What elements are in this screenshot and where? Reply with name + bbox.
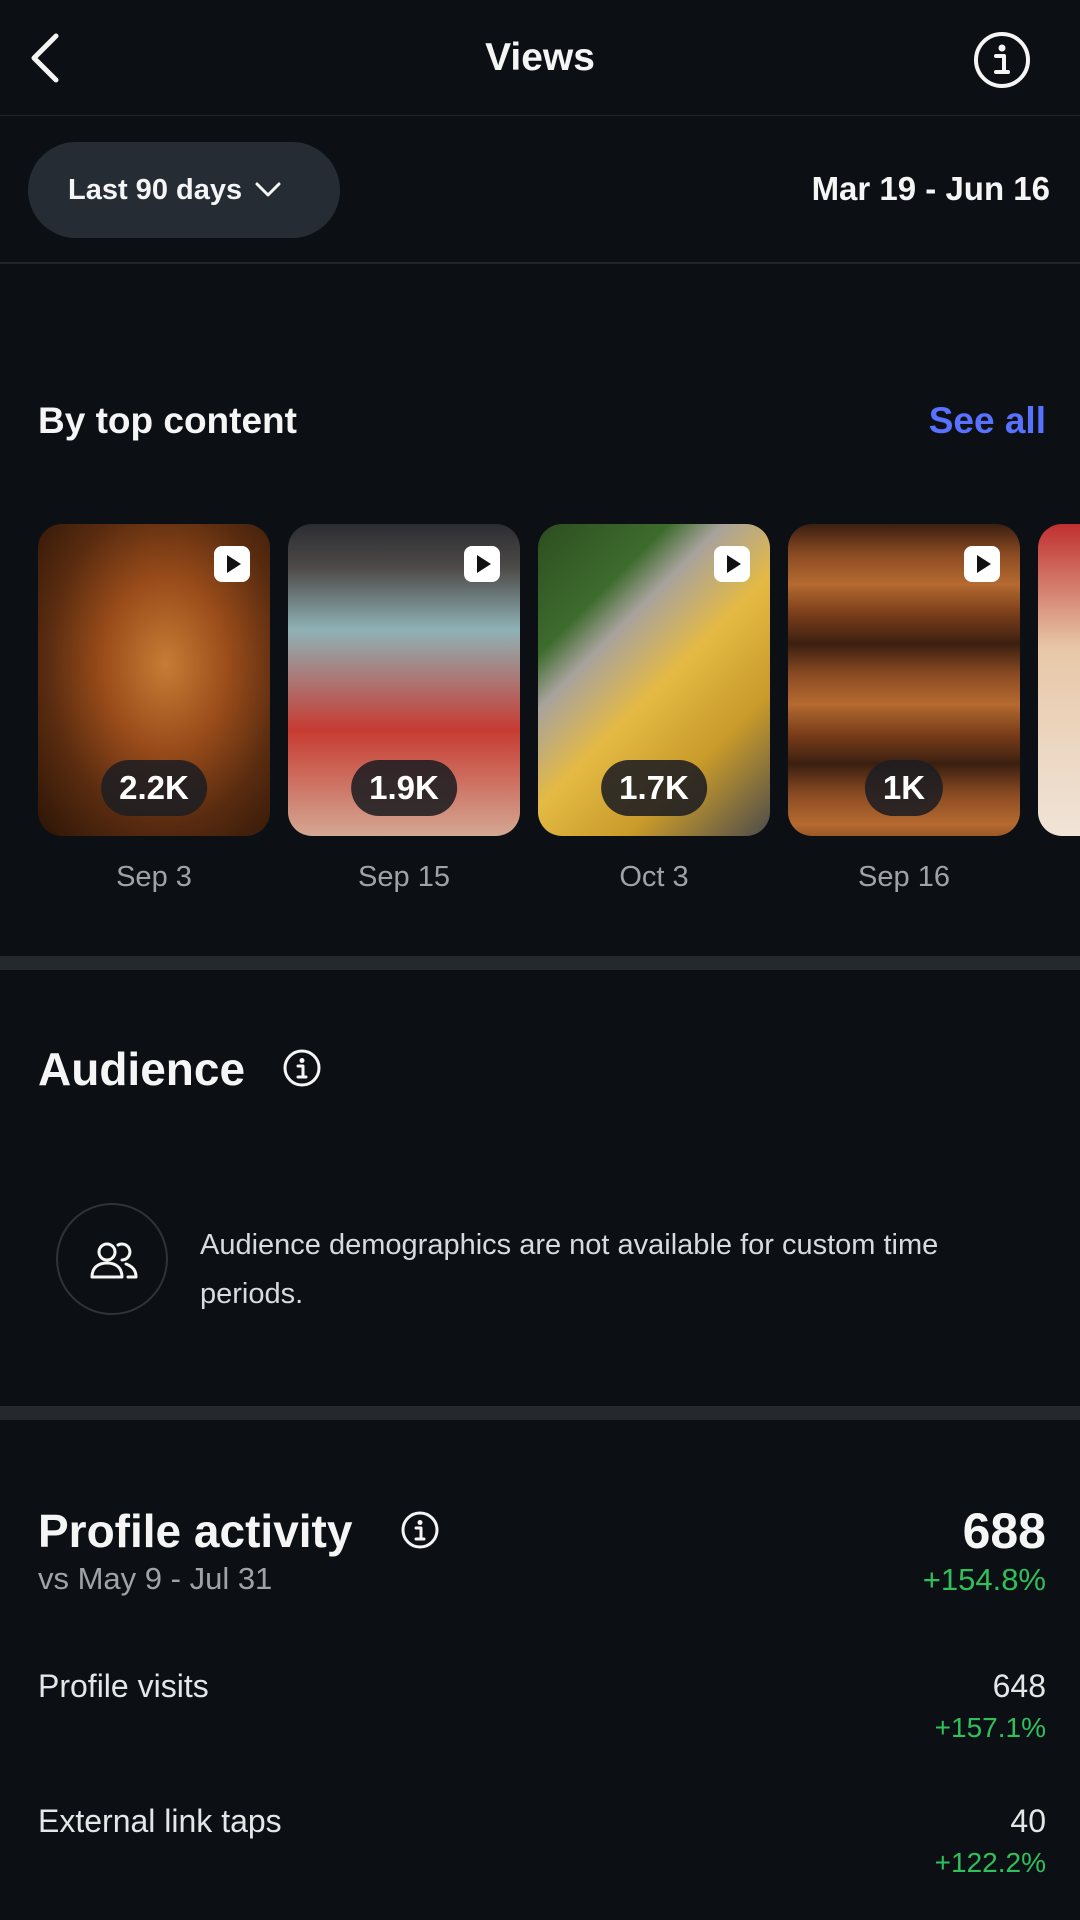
reel-play-icon <box>964 546 1000 582</box>
info-icon <box>974 32 1030 88</box>
metric-value-profile-visits: 648 <box>992 1668 1046 1704</box>
metric-delta-profile-visits: +157.1% <box>934 1712 1046 1743</box>
content-date: Sep 15 <box>358 861 450 893</box>
content-tile[interactable]: 1.7K Oct 3 <box>538 524 770 894</box>
period-dropdown-label: Last 90 days <box>68 173 243 206</box>
date-range-label: Mar 19 - Jun 16 <box>811 170 1050 207</box>
period-dropdown[interactable]: Last 90 days <box>28 142 340 238</box>
comparison-period: vs May 9 - Jul 31 <box>38 1561 273 1596</box>
audience-unavailable-message: Audience demographics are not available … <box>200 1229 939 1310</box>
content-thumbnail <box>1038 524 1080 836</box>
reel-play-icon <box>714 546 750 582</box>
view-count-badge: 1.7K <box>601 760 707 816</box>
audience-icon-badge <box>56 1203 168 1315</box>
content-date: Sep 16 <box>858 861 950 893</box>
content-tile[interactable] <box>1038 524 1080 836</box>
content-thumbnail: 1K <box>788 524 1020 836</box>
audience-heading: Audience <box>38 1043 246 1095</box>
content-tile[interactable]: 1.9K Sep 15 <box>288 524 520 894</box>
top-content-carousel[interactable]: 2.2K Sep 3 1.9K Sep 15 1.7K Oct 3 1K Sep… <box>38 524 1080 904</box>
chevron-down-icon <box>255 182 281 197</box>
info-icon[interactable] <box>400 1510 440 1550</box>
see-all-link[interactable]: See all <box>929 400 1046 442</box>
metric-value-external-link-taps: 40 <box>1010 1803 1046 1839</box>
profile-activity-total-delta: +154.8% <box>922 1562 1046 1597</box>
filter-row: Last 90 days Mar 19 - Jun 16 <box>0 116 1080 264</box>
content-tile[interactable]: 1K Sep 16 <box>788 524 1020 894</box>
content-thumbnail: 1.9K <box>288 524 520 836</box>
profile-activity-total: 688 <box>962 1503 1046 1559</box>
top-bar: Views <box>0 0 1080 116</box>
content-date: Oct 3 <box>619 861 689 893</box>
metric-label-profile-visits: Profile visits <box>38 1668 209 1704</box>
content-thumbnail: 2.2K <box>38 524 270 836</box>
view-count-badge: 2.2K <box>101 760 207 816</box>
profile-activity-heading: Profile activity <box>38 1505 353 1557</box>
metric-delta-external-link-taps: +122.2% <box>934 1847 1046 1878</box>
content-date: Sep 3 <box>116 861 192 893</box>
people-icon <box>90 1242 138 1279</box>
content-thumbnail: 1.7K <box>538 524 770 836</box>
reel-play-icon <box>464 546 500 582</box>
section-divider <box>0 1406 1080 1420</box>
info-button[interactable] <box>972 30 1032 90</box>
reel-play-icon <box>214 546 250 582</box>
view-count-badge: 1.9K <box>351 760 457 816</box>
metric-label-external-link-taps: External link taps <box>38 1803 282 1839</box>
content-tile[interactable]: 2.2K Sep 3 <box>38 524 270 894</box>
page-title: Views <box>485 36 595 79</box>
top-content-heading: By top content <box>38 400 297 441</box>
info-icon[interactable] <box>282 1048 322 1088</box>
section-divider <box>0 956 1080 970</box>
view-count-badge: 1K <box>864 760 944 816</box>
